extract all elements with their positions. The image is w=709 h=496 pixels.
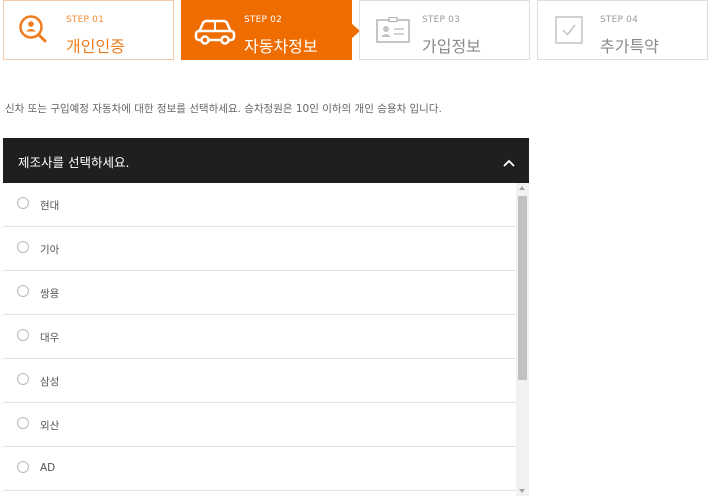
option-label: 기아 [40, 244, 60, 256]
radio-button[interactable] [17, 417, 29, 429]
step-number: STEP 02 [244, 15, 283, 25]
vertical-scrollbar[interactable] [516, 183, 529, 496]
manufacturer-option[interactable]: 현대 [3, 183, 516, 227]
option-label: 현대 [40, 200, 60, 212]
scrollbar-thumb[interactable] [518, 196, 527, 380]
car-icon [194, 15, 236, 49]
radio-button[interactable] [17, 285, 29, 297]
step-2-car-info[interactable]: STEP 02 자동차정보 [181, 0, 360, 60]
manufacturer-select-panel: 제조사를 선택하세요. 현대 기아 쌍용 대우 삼성 외산 AD [3, 138, 529, 496]
scroll-down-arrow-icon[interactable] [519, 489, 525, 493]
manufacturer-option[interactable]: AD [3, 447, 516, 491]
radio-button[interactable] [17, 329, 29, 341]
step-number: STEP 04 [600, 15, 639, 25]
option-label: 대우 [40, 332, 60, 344]
manufacturer-option[interactable]: 대우 [3, 315, 516, 359]
radio-button[interactable] [17, 241, 29, 253]
step-progress: STEP 01 개인인증 STEP 02 자동차정보 STEP 03 가입정보 … [3, 0, 709, 62]
manufacturer-option[interactable]: 쌍용 [3, 271, 516, 315]
option-label: 쌍용 [40, 288, 60, 300]
step-1-personal-auth[interactable]: STEP 01 개인인증 [3, 0, 174, 60]
chevron-up-icon[interactable] [503, 154, 515, 173]
option-label: AD [40, 462, 56, 474]
step-number: STEP 03 [422, 15, 461, 25]
manufacturer-option[interactable]: 외산 [3, 403, 516, 447]
step-title: 자동차정보 [244, 37, 318, 56]
step-title: 추가특약 [600, 37, 659, 56]
step-title: 개인인증 [66, 37, 125, 56]
manufacturer-panel-header[interactable]: 제조사를 선택하세요. [3, 138, 529, 183]
checkbox-icon [554, 15, 584, 49]
manufacturer-list: 현대 기아 쌍용 대우 삼성 외산 AD [3, 183, 516, 491]
step-3-subscription-info[interactable]: STEP 03 가입정보 [359, 0, 530, 60]
step-number: STEP 01 [66, 15, 105, 25]
option-label: 삼성 [40, 376, 60, 388]
step-4-additional-rider[interactable]: STEP 04 추가특약 [537, 0, 708, 60]
radio-button[interactable] [17, 373, 29, 385]
radio-button[interactable] [17, 461, 29, 473]
step-title: 가입정보 [422, 37, 481, 56]
radio-button[interactable] [17, 197, 29, 209]
manufacturer-option[interactable]: 기아 [3, 227, 516, 271]
scroll-up-arrow-icon[interactable] [519, 186, 525, 190]
panel-title: 제조사를 선택하세요. [18, 155, 130, 170]
instruction-text: 신차 또는 구입예정 자동차에 대한 정보를 선택하세요. 승차정원은 10인 … [5, 103, 442, 115]
id-card-icon [376, 16, 410, 47]
search-person-icon [18, 14, 48, 48]
option-label: 외산 [40, 420, 60, 432]
manufacturer-option[interactable]: 삼성 [3, 359, 516, 403]
